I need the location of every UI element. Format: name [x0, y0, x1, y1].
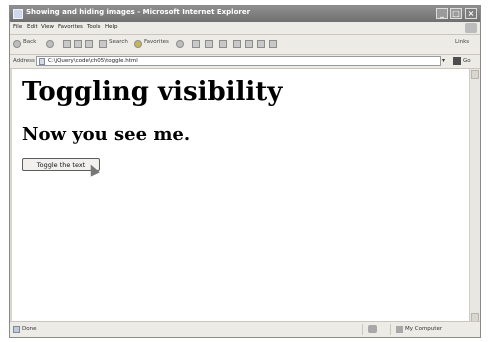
- messenger-icon[interactable]: [257, 40, 265, 48]
- page-heading: Toggling visibility: [22, 77, 283, 107]
- stop-icon[interactable]: [63, 40, 71, 48]
- menu-view[interactable]: View: [41, 24, 54, 30]
- search-icon[interactable]: [99, 40, 107, 48]
- print-icon[interactable]: [219, 40, 227, 48]
- standard-toolbar: Back Search Favorites Links: [10, 35, 480, 55]
- windows-logo-icon: [465, 23, 477, 33]
- home-icon[interactable]: [85, 40, 93, 48]
- history-icon[interactable]: [192, 40, 200, 48]
- minimize-button[interactable]: _: [436, 8, 448, 19]
- menu-edit[interactable]: Edit: [27, 24, 38, 30]
- page-content: Toggling visibility Now you see me. Togg…: [12, 69, 469, 323]
- search-button[interactable]: Search: [109, 39, 128, 45]
- status-divider: [362, 324, 363, 335]
- title-bar[interactable]: Showing and hiding images - Microsoft In…: [10, 6, 480, 22]
- maximize-button[interactable]: □: [450, 8, 462, 19]
- network-icon: [368, 325, 377, 333]
- status-divider: [390, 324, 391, 335]
- forward-arrow-icon[interactable]: [46, 40, 54, 48]
- address-field[interactable]: C:\jQuery\code\ch05\toggle.html: [36, 56, 441, 66]
- go-arrow-icon[interactable]: [453, 57, 461, 65]
- research-icon[interactable]: [269, 40, 277, 48]
- address-url[interactable]: C:\jQuery\code\ch05\toggle.html: [48, 58, 138, 64]
- security-zone: My Computer: [405, 326, 443, 332]
- menu-bar: File Edit View Favorites Tools Help: [10, 22, 480, 35]
- discuss-icon[interactable]: [245, 40, 253, 48]
- back-button[interactable]: Back: [23, 39, 36, 45]
- window-title: Showing and hiding images - Microsoft In…: [26, 8, 251, 16]
- done-page-icon: [13, 326, 20, 333]
- toggled-text: Now you see me.: [22, 124, 191, 145]
- menu-file[interactable]: File: [13, 24, 22, 30]
- address-label: Address: [13, 58, 35, 64]
- refresh-icon[interactable]: [74, 40, 82, 48]
- mail-icon[interactable]: [205, 40, 213, 48]
- close-button[interactable]: ×: [465, 8, 477, 19]
- edit-icon[interactable]: [233, 40, 241, 48]
- vertical-scrollbar[interactable]: [469, 69, 480, 323]
- address-bar: Address C:\jQuery\code\ch05\toggle.html …: [10, 55, 480, 69]
- media-icon[interactable]: [176, 40, 184, 48]
- favorites-button[interactable]: Favorites: [144, 39, 169, 45]
- links-button[interactable]: Links: [455, 39, 469, 45]
- menu-tools[interactable]: Tools: [87, 24, 101, 30]
- status-bar: Done My Computer: [10, 321, 480, 337]
- menu-favorites[interactable]: Favorites: [58, 24, 83, 30]
- page-icon: [39, 58, 45, 65]
- menu-help[interactable]: Help: [105, 24, 118, 30]
- go-button[interactable]: Go: [463, 58, 471, 64]
- ie-page-icon: [13, 9, 23, 19]
- browser-window: Showing and hiding images - Microsoft In…: [9, 5, 481, 338]
- scroll-up-icon[interactable]: [471, 70, 479, 79]
- back-arrow-icon[interactable]: [13, 40, 21, 48]
- favorites-star-icon[interactable]: [134, 40, 142, 48]
- my-computer-icon: [396, 326, 403, 333]
- address-dropdown-icon[interactable]: ▾: [442, 57, 450, 66]
- status-text: Done: [22, 326, 37, 332]
